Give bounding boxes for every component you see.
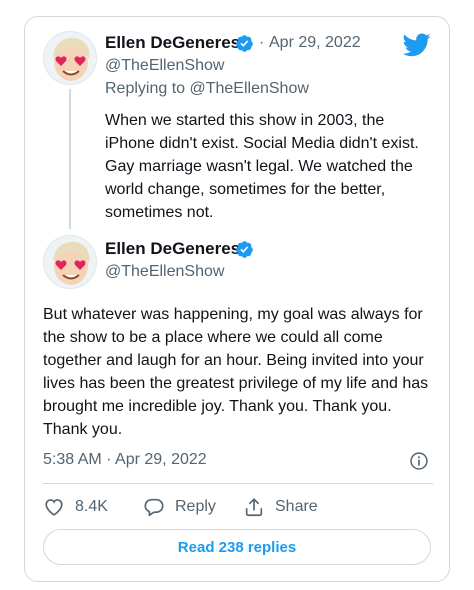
main-tweet-text: But whatever was happening, my goal was … — [43, 306, 429, 438]
reply-bubble-icon — [144, 498, 164, 517]
reply-label: Reply — [175, 498, 216, 515]
twitter-bird-icon[interactable] — [403, 33, 431, 57]
info-icon[interactable] — [409, 451, 429, 471]
read-replies-button[interactable]: Read 238 replies — [43, 529, 431, 565]
avatar[interactable] — [43, 235, 97, 289]
avatar-emoji-icon — [44, 32, 96, 84]
tweet-date[interactable]: Apr 29, 2022 — [269, 34, 361, 52]
tweet-separator: · — [259, 34, 265, 51]
parent-tweet-text: When we started this show in 2003, the i… — [105, 112, 419, 221]
share-button[interactable]: Share — [243, 495, 318, 519]
heart-icon — [45, 499, 63, 516]
share-icon — [245, 498, 263, 517]
like-button[interactable]: 8.4K — [43, 495, 108, 519]
verified-icon — [236, 241, 253, 258]
tweet-timestamp[interactable]: 5:38 AM · Apr 29, 2022 — [43, 451, 207, 469]
embedded-tweet-card[interactable]: Ellen DeGeneres · Apr 29, 2022 @TheEllen… — [24, 16, 450, 582]
like-count: 8.4K — [75, 498, 108, 515]
author-name[interactable]: Ellen DeGeneres — [105, 33, 240, 53]
reply-button[interactable]: Reply — [143, 495, 216, 519]
avatar-emoji-icon — [44, 236, 96, 288]
verified-icon — [236, 35, 253, 52]
thread-connector-line — [69, 89, 71, 229]
author-handle[interactable]: @TheEllenShow — [105, 57, 224, 75]
avatar[interactable] — [43, 31, 97, 85]
share-label: Share — [275, 498, 318, 515]
author-handle[interactable]: @TheEllenShow — [105, 263, 224, 281]
divider — [43, 483, 433, 484]
replying-to[interactable]: Replying to @TheEllenShow — [105, 80, 309, 98]
author-name[interactable]: Ellen DeGeneres — [105, 239, 240, 259]
